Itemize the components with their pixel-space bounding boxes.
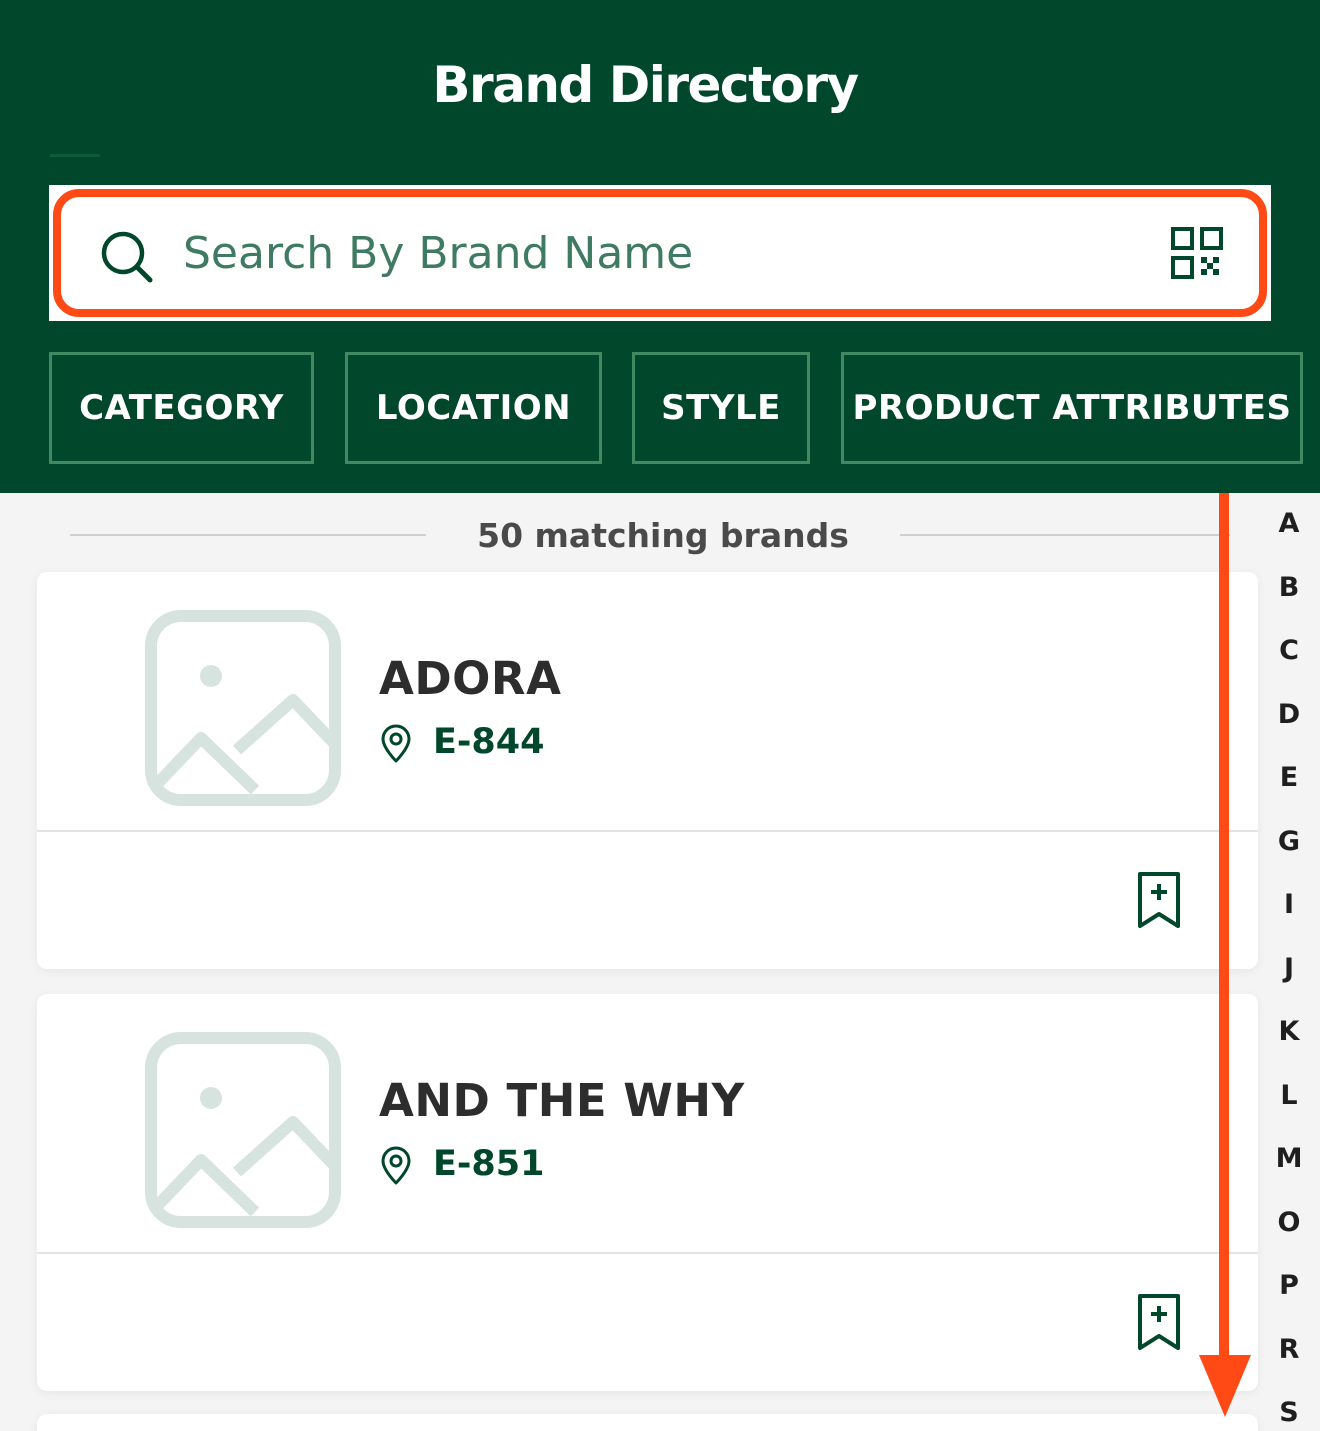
alphabet-index-letter[interactable]: G xyxy=(1262,826,1316,857)
alphabet-index-letter[interactable]: B xyxy=(1262,572,1316,603)
search-icon xyxy=(101,231,153,283)
filter-product-attributes-button[interactable]: PRODUCT ATTRIBUTES xyxy=(841,352,1303,464)
alphabet-index-letter[interactable]: O xyxy=(1262,1207,1316,1238)
filter-location-button[interactable]: LOCATION xyxy=(345,352,602,464)
alphabet-index-letter[interactable]: C xyxy=(1262,635,1316,666)
divider-line xyxy=(70,534,426,536)
results-count-row: 50 matching brands xyxy=(70,510,1230,566)
search-input[interactable] xyxy=(183,217,1143,289)
alphabet-index-letter[interactable]: D xyxy=(1262,699,1316,730)
qr-code-icon[interactable] xyxy=(1171,227,1223,279)
alphabet-index-letter[interactable]: S xyxy=(1262,1397,1316,1428)
header: Brand Directory Search By Brand Name CAT… xyxy=(0,0,1320,493)
map-pin-icon xyxy=(381,1146,411,1185)
card-divider xyxy=(37,830,1258,832)
alphabet-index-letter[interactable]: P xyxy=(1262,1270,1316,1301)
brand-location: E-844 xyxy=(433,722,545,762)
alphabet-index-letter[interactable]: R xyxy=(1262,1334,1316,1365)
card-divider xyxy=(37,1252,1258,1254)
brand-card[interactable]: ADORA E-844 xyxy=(37,572,1258,969)
bookmark-add-icon[interactable] xyxy=(1136,870,1182,930)
search-bar[interactable] xyxy=(53,189,1267,317)
alphabet-index-letter[interactable]: K xyxy=(1262,1016,1316,1047)
filter-style-button[interactable]: STYLE xyxy=(632,352,810,464)
alphabet-index-letter[interactable]: L xyxy=(1262,1080,1316,1111)
brand-location: E-851 xyxy=(433,1144,545,1184)
brand-name[interactable]: ADORA xyxy=(379,652,561,705)
map-pin-icon xyxy=(381,724,411,763)
search-container xyxy=(49,185,1271,321)
page-title: Brand Directory xyxy=(432,56,859,114)
brand-card[interactable]: AND THE WHY E-851 xyxy=(37,994,1258,1391)
image-placeholder-icon xyxy=(145,1032,341,1228)
alphabet-index-letter[interactable]: E xyxy=(1262,762,1316,793)
alphabet-index-letter[interactable]: J xyxy=(1262,953,1316,984)
alphabet-index-letter[interactable]: A xyxy=(1262,508,1316,539)
scroll-arrow-head xyxy=(1199,1355,1251,1417)
brand-card[interactable] xyxy=(37,1414,1258,1431)
filter-category-button[interactable]: CATEGORY xyxy=(49,352,314,464)
image-placeholder-icon xyxy=(145,610,341,806)
alphabet-index-letter[interactable]: I xyxy=(1262,889,1316,920)
brand-name[interactable]: AND THE WHY xyxy=(379,1074,745,1127)
bookmark-add-icon[interactable] xyxy=(1136,1292,1182,1352)
divider-line xyxy=(900,534,1230,536)
back-indicator xyxy=(50,154,100,157)
results-count: 50 matching brands xyxy=(477,516,849,555)
scroll-arrow-annotation xyxy=(1219,493,1229,1363)
brand-directory-page: Brand Directory Search By Brand Name CAT… xyxy=(0,0,1320,1431)
alphabet-index-letter[interactable]: M xyxy=(1262,1143,1316,1174)
